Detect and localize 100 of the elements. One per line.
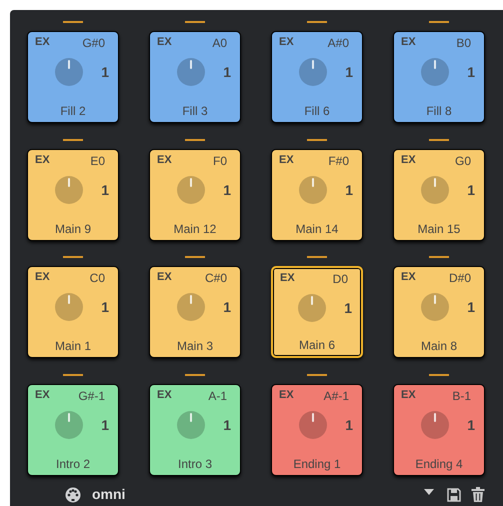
knob-value: 1	[467, 182, 475, 196]
knob-value: 1	[101, 182, 109, 196]
pad[interactable]: EX F#0 1 Main 14	[271, 148, 363, 240]
knob[interactable]	[421, 410, 450, 438]
pad-name: Ending 1	[292, 458, 342, 470]
knob-value: 1	[467, 65, 475, 79]
ex-label: EX	[35, 272, 50, 283]
ex-label: EX	[35, 390, 50, 400]
ex-label: EX	[280, 273, 295, 284]
knob-value: 1	[223, 65, 231, 79]
pad-indicator	[63, 138, 83, 140]
pad-indicator	[63, 374, 83, 376]
ex-label: EX	[401, 272, 416, 283]
pad-indicator	[185, 21, 205, 23]
note-label: G0	[454, 154, 471, 166]
note-label: A-1	[208, 390, 227, 402]
ex-label: EX	[279, 390, 294, 400]
knob[interactable]	[299, 58, 328, 86]
knob-value: 1	[101, 418, 109, 432]
pad[interactable]: EX G0 1 Main 15	[393, 148, 485, 240]
pad-name: Intro 3	[176, 458, 214, 470]
pad-indicator	[429, 21, 449, 23]
pad-name: Main 8	[420, 340, 458, 352]
pad[interactable]: EX A#-1 1 Ending 1	[271, 384, 363, 476]
note-label: A#0	[328, 37, 349, 49]
pad-name: Fill 8	[425, 105, 453, 117]
pad[interactable]: EX A0 1 Fill 3	[149, 31, 241, 123]
ex-label: EX	[401, 154, 416, 166]
note-label: B-1	[452, 390, 471, 402]
pad-indicator	[429, 256, 449, 258]
pad-name: Main 9	[54, 222, 92, 234]
knob[interactable]	[177, 58, 206, 86]
knob-value: 1	[345, 418, 353, 432]
pad-indicator	[307, 21, 327, 23]
pad[interactable]: EX D#0 1 Main 8	[393, 266, 485, 358]
ex-label: EX	[401, 37, 416, 48]
knob-value: 1	[223, 182, 231, 196]
pad-name: Fill 3	[181, 105, 209, 117]
pad[interactable]: EX G#-1 1 Intro 2	[27, 384, 119, 476]
pad[interactable]: EX B0 1 Fill 8	[393, 31, 485, 123]
pad-indicator	[429, 138, 449, 140]
pad[interactable]: EX A#0 1 Fill 6	[271, 31, 363, 123]
knob[interactable]	[421, 293, 450, 321]
pad-name: Main 1	[54, 340, 92, 352]
ex-label: EX	[279, 37, 294, 48]
note-label: E0	[90, 154, 105, 166]
midi-port-icon	[65, 486, 81, 502]
pad-indicator	[307, 138, 327, 140]
pad[interactable]: EX E0 1 Main 9	[27, 148, 119, 240]
pad-name: Main 3	[176, 340, 214, 352]
pad[interactable]: EX C#0 1 Main 3	[149, 266, 241, 358]
pad-indicator	[63, 256, 83, 258]
ex-label: EX	[401, 390, 416, 400]
note-label: F#0	[328, 154, 349, 166]
save-icon[interactable]	[447, 488, 461, 502]
knob[interactable]	[55, 58, 84, 86]
knob[interactable]	[177, 410, 206, 438]
note-label: A0	[212, 37, 227, 49]
pad-indicator	[63, 21, 83, 23]
knob[interactable]	[421, 58, 450, 86]
knob-value: 1	[223, 300, 231, 314]
knob-value: 1	[345, 182, 353, 196]
knob[interactable]	[299, 410, 328, 438]
trash-icon[interactable]	[471, 487, 485, 502]
midi-port-label[interactable]: omni	[92, 484, 126, 505]
ex-label: EX	[157, 272, 172, 283]
pad-name: Fill 2	[59, 105, 87, 117]
pad[interactable]: EX D0 1 Main 6	[271, 266, 363, 358]
note-label: D0	[332, 273, 348, 285]
knob[interactable]	[177, 176, 206, 204]
note-label: G#0	[82, 37, 105, 49]
pad-name: Ending 4	[414, 458, 464, 470]
pad-indicator	[185, 374, 205, 376]
note-label: C#0	[204, 272, 227, 284]
pad-name: Main 15	[416, 222, 462, 234]
dropdown-icon[interactable]	[424, 488, 434, 494]
knob[interactable]	[55, 293, 84, 321]
pad[interactable]: EX F0 1 Main 12	[149, 148, 241, 240]
knob[interactable]	[55, 410, 84, 438]
knob-value: 1	[101, 65, 109, 79]
knob[interactable]	[421, 176, 450, 204]
note-label: A#-1	[324, 390, 349, 402]
pad[interactable]: EX B-1 1 Ending 4	[393, 384, 485, 476]
knob-value: 1	[101, 300, 109, 314]
note-label: F0	[212, 154, 227, 166]
pad[interactable]: EX C0 1 Main 1	[27, 266, 119, 358]
pad-name: Main 12	[172, 222, 218, 234]
knob[interactable]	[299, 176, 328, 204]
ex-label: EX	[157, 390, 172, 400]
knob-value: 1	[223, 418, 231, 432]
pad-indicator	[185, 138, 205, 140]
note-label: G#-1	[78, 390, 105, 402]
pad[interactable]: EX G#0 1 Fill 2	[27, 31, 119, 123]
ex-label: EX	[157, 37, 172, 48]
knob[interactable]	[298, 294, 326, 322]
knob[interactable]	[177, 293, 206, 321]
knob-value: 1	[467, 300, 475, 314]
ex-label: EX	[279, 154, 294, 166]
knob[interactable]	[55, 176, 84, 204]
pad[interactable]: EX A-1 1 Intro 3	[149, 384, 241, 476]
